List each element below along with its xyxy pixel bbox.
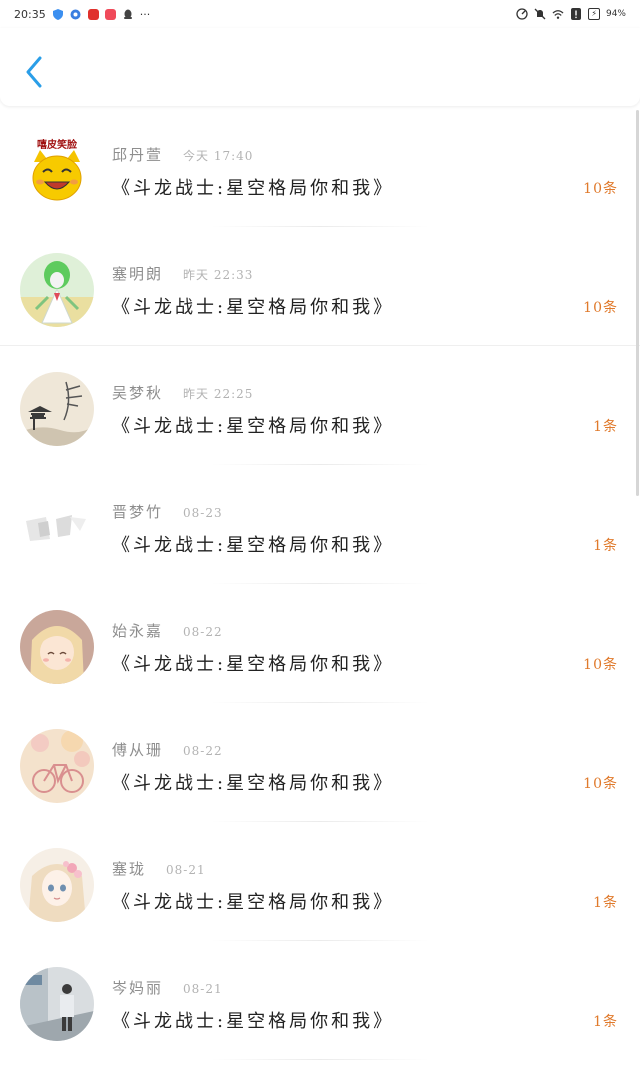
- book-title: 《斗龙战士:星空格局你和我》: [112, 416, 395, 437]
- status-bar-right: ⚡ 94%: [516, 8, 626, 20]
- timestamp: 08-23: [183, 506, 223, 520]
- top-app-bar: [0, 28, 640, 106]
- row-divider: [210, 1059, 430, 1060]
- message-count: 10条: [583, 181, 618, 197]
- ink-painting-avatar[interactable]: [20, 372, 94, 446]
- item-meta: 塞珑 08-21: [112, 858, 206, 879]
- timestamp: 08-22: [183, 744, 223, 758]
- alert-icon: [570, 8, 582, 20]
- author-name: 塞明朗: [112, 265, 164, 283]
- timestamp: 08-21: [166, 863, 206, 877]
- message-count: 10条: [583, 776, 618, 792]
- anime-girl-avatar[interactable]: [20, 610, 94, 684]
- speed-icon: [516, 8, 529, 20]
- book-title: 《斗龙战士:星空格局你和我》: [112, 297, 395, 318]
- mute-bell-icon: [534, 8, 546, 20]
- avatar-sticker-text: 嘻皮笑脸: [37, 138, 78, 151]
- item-meta: 晋梦竹 08-23: [112, 501, 223, 522]
- author-name: 傅从珊: [112, 741, 164, 759]
- author-name: 岑妈丽: [112, 979, 164, 997]
- book-title: 《斗龙战士:星空格局你和我》: [112, 535, 395, 556]
- gardevoir-avatar[interactable]: [20, 253, 94, 327]
- message-count: 10条: [583, 300, 618, 316]
- message-count: 1条: [593, 538, 618, 554]
- flower-girl-avatar[interactable]: [20, 848, 94, 922]
- message-count: 1条: [593, 895, 618, 911]
- back-button[interactable]: [20, 54, 48, 90]
- item-meta: 塞明朗 昨天 22:33: [112, 263, 253, 284]
- author-name: 始永嘉: [112, 622, 164, 640]
- item-meta: 吴梦秋 昨天 22:25: [112, 382, 253, 403]
- battery-icon: ⚡: [588, 8, 600, 20]
- list-item[interactable]: 傅从珊 08-22 《斗龙战士:星空格局你和我》 10条: [0, 703, 640, 822]
- street-photo-avatar[interactable]: [20, 967, 94, 1041]
- book-title: 《斗龙战士:星空格局你和我》: [112, 892, 395, 913]
- shield-icon: [52, 8, 64, 20]
- timestamp: 昨天 22:25: [183, 387, 254, 401]
- status-bar: 20:35 ··· ⚡ 94%: [0, 0, 640, 28]
- list-item[interactable]: 塞珑 08-21 《斗龙战士:星空格局你和我》 1条: [0, 822, 640, 941]
- item-meta: 岑妈丽 08-21: [112, 977, 223, 998]
- book-title: 《斗龙战士:星空格局你和我》: [112, 773, 395, 794]
- smiley-cat-avatar[interactable]: 嘻皮笑脸: [20, 134, 94, 208]
- app-red-icon: [87, 8, 99, 20]
- gray-sketch-avatar[interactable]: [20, 491, 94, 565]
- item-meta: 邱丹萱 今天 17:40: [112, 144, 253, 165]
- message-list: 嘻皮笑脸 邱丹萱 今天 17:40 《斗龙战士:星空格局你和我》 10条 塞明朗…: [0, 108, 640, 1060]
- list-item[interactable]: 始永嘉 08-22 《斗龙战士:星空格局你和我》 10条: [0, 584, 640, 703]
- message-count: 10条: [583, 657, 618, 673]
- qq-icon: [122, 8, 134, 20]
- wifi-icon: [552, 8, 564, 20]
- scrollbar[interactable]: [636, 110, 639, 496]
- list-item[interactable]: 塞明朗 昨天 22:33 《斗龙战士:星空格局你和我》 10条: [0, 227, 640, 346]
- list-item[interactable]: 嘻皮笑脸 邱丹萱 今天 17:40 《斗龙战士:星空格局你和我》 10条: [0, 108, 640, 227]
- list-item[interactable]: 岑妈丽 08-21 《斗龙战士:星空格局你和我》 1条: [0, 941, 640, 1060]
- item-meta: 始永嘉 08-22: [112, 620, 223, 641]
- app-pink-icon: [104, 8, 116, 20]
- message-count: 1条: [593, 1014, 618, 1030]
- list-item[interactable]: 吴梦秋 昨天 22:25 《斗龙战士:星空格局你和我》 1条: [0, 346, 640, 465]
- item-meta: 傅从珊 08-22: [112, 739, 223, 760]
- status-bar-left: 20:35 ···: [14, 8, 150, 21]
- timestamp: 昨天 22:33: [183, 268, 254, 282]
- bicycle-flowers-avatar[interactable]: [20, 729, 94, 803]
- book-title: 《斗龙战士:星空格局你和我》: [112, 178, 395, 199]
- more-notifications-icon: ···: [139, 7, 151, 21]
- book-title: 《斗龙战士:星空格局你和我》: [112, 1011, 395, 1032]
- author-name: 邱丹萱: [112, 146, 164, 164]
- message-count: 1条: [593, 419, 618, 435]
- status-time: 20:35: [14, 7, 46, 21]
- author-name: 晋梦竹: [112, 503, 164, 521]
- chevron-left-icon: [26, 56, 42, 88]
- timestamp: 今天 17:40: [183, 149, 254, 163]
- timestamp: 08-22: [183, 625, 223, 639]
- list-item[interactable]: 晋梦竹 08-23 《斗龙战士:星空格局你和我》 1条: [0, 465, 640, 584]
- browser-icon: [70, 8, 82, 20]
- author-name: 塞珑: [112, 860, 147, 878]
- timestamp: 08-21: [183, 982, 223, 996]
- battery-level: 94%: [605, 9, 626, 19]
- author-name: 吴梦秋: [112, 384, 164, 402]
- book-title: 《斗龙战士:星空格局你和我》: [112, 654, 395, 675]
